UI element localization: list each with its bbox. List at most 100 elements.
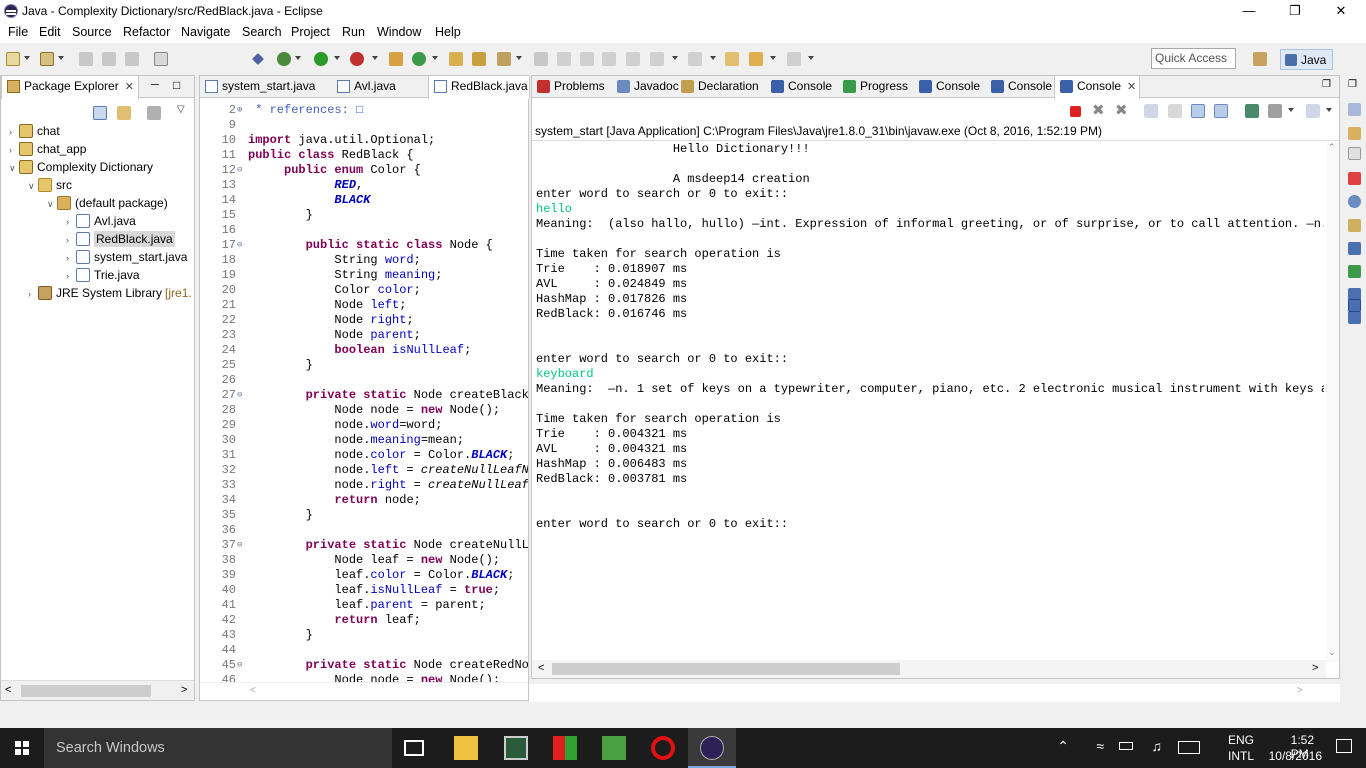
console-hscrollbar[interactable]: < > (532, 660, 1326, 678)
horizontal-scrollbar[interactable]: < > (1, 680, 194, 700)
outline-icon[interactable] (1348, 103, 1361, 116)
new-class-dropdown-icon[interactable] (432, 56, 438, 60)
clock-date[interactable]: 10/8/2016 (1269, 749, 1322, 763)
tree-item[interactable]: › system_start.java (66, 248, 187, 266)
console-vscrollbar[interactable]: ⌃ ⌄ (1326, 142, 1339, 662)
back-icon[interactable] (749, 52, 763, 66)
close-button[interactable]: ✕ (1318, 0, 1364, 22)
collapsed-arrow-icon[interactable]: › (66, 267, 76, 285)
block-select-icon[interactable] (626, 52, 640, 66)
menu-search[interactable]: Search (242, 25, 282, 39)
scroll-thumb[interactable] (21, 685, 151, 697)
close-tab-icon[interactable]: ✕ (1127, 81, 1136, 93)
console-view-tab[interactable]: Javadoc (612, 76, 679, 98)
console-output[interactable]: Hello Dictionary!!! A msdeep14 creation e… (536, 142, 1324, 662)
menu-file[interactable]: File (8, 25, 28, 39)
menu-refactor[interactable]: Refactor (123, 25, 170, 39)
eclipse-taskbar-button[interactable] (688, 728, 736, 768)
open-dropdown-icon[interactable] (58, 56, 64, 60)
show-hidden-icons-icon[interactable]: ⌃ (1057, 738, 1069, 755)
console-icon[interactable] (1348, 242, 1361, 255)
tree-item[interactable]: › chat_app (9, 140, 86, 158)
debug-dropdown-icon[interactable] (295, 56, 301, 60)
next-annotation-icon[interactable] (650, 52, 664, 66)
link-editor-icon[interactable] (117, 106, 131, 120)
scroll-down-icon[interactable]: ⌄ (1328, 647, 1336, 658)
pen-icon[interactable] (557, 52, 571, 66)
run-icon[interactable] (314, 52, 328, 66)
editor-tab[interactable]: system_start.java (200, 76, 332, 98)
next-annotation-dropdown-icon[interactable] (672, 56, 678, 60)
new-icon[interactable] (6, 52, 20, 66)
tree-item[interactable]: › JRE System Library [jre1. (28, 284, 192, 302)
open-console-dropdown-icon[interactable] (1326, 108, 1332, 112)
java-perspective-button[interactable]: Java (1280, 49, 1333, 70)
print-icon[interactable] (125, 52, 139, 66)
scroll-left-icon[interactable]: < (250, 685, 256, 696)
back-dropdown-icon[interactable] (770, 56, 776, 60)
tab-package-explorer[interactable]: Package Explorer ✕ (1, 76, 139, 99)
store-app-icon[interactable] (553, 736, 577, 760)
console-view-tab[interactable]: Console ✕ (1054, 76, 1140, 99)
declaration-icon[interactable] (1348, 219, 1361, 232)
language-label[interactable]: ENG (1228, 733, 1254, 747)
editor-tab[interactable]: Avl.java (332, 76, 428, 98)
external-dropdown-icon[interactable] (372, 56, 378, 60)
forward-dropdown-icon[interactable] (808, 56, 814, 60)
scroll-right-icon[interactable]: > (1312, 662, 1318, 674)
pin-console-icon[interactable] (1245, 104, 1259, 118)
terminal-app-icon[interactable] (504, 736, 528, 760)
toggle-mark-icon[interactable] (580, 52, 594, 66)
focus-task-icon[interactable] (147, 106, 161, 120)
restore-button[interactable]: ❐ (1272, 0, 1318, 22)
console-view-tab[interactable]: Problems (532, 76, 612, 98)
console-view-tab[interactable]: Declaration (676, 76, 766, 98)
restore-view-icon[interactable]: ❐ (1322, 79, 1331, 90)
binary-icon[interactable] (154, 52, 168, 66)
expanded-arrow-icon[interactable]: ∨ (47, 195, 57, 213)
display-console-dropdown-icon[interactable] (1288, 108, 1294, 112)
clear-console-icon[interactable] (1144, 104, 1158, 118)
minimize-view-icon[interactable]: ─ (151, 79, 159, 91)
keyboard-icon[interactable] (1178, 741, 1200, 754)
fold-collapse-icon[interactable]: ⊖ (237, 388, 242, 403)
close-tab-icon[interactable]: ✕ (125, 81, 134, 93)
javadoc-icon[interactable] (1348, 195, 1361, 208)
save-all-icon[interactable] (102, 52, 116, 66)
console-view-tab[interactable]: Console (986, 76, 1054, 98)
console-view-tab[interactable]: Console (914, 76, 986, 98)
tasks-icon[interactable] (1348, 147, 1361, 160)
menu-help[interactable]: Help (435, 25, 461, 39)
start-button[interactable] (0, 728, 44, 768)
console-view-tab[interactable]: Progress (838, 76, 914, 98)
wifi-icon[interactable]: ≈ (1096, 738, 1104, 754)
fold-collapse-icon[interactable]: ⊖ (237, 163, 242, 178)
volume-icon[interactable]: ♫ (1152, 738, 1163, 754)
menu-project[interactable]: Project (291, 25, 330, 39)
open-folder-icon[interactable] (449, 52, 463, 66)
tree-item[interactable]: ∨ (default package) (47, 194, 168, 212)
editor-tab[interactable]: RedBlack.java (428, 76, 530, 99)
run-dropdown-icon[interactable] (334, 56, 340, 60)
save-icon[interactable] (79, 52, 93, 66)
view-menu-icon[interactable]: ▽ (177, 104, 185, 115)
collapsed-arrow-icon[interactable]: › (66, 213, 76, 231)
expanded-arrow-icon[interactable]: ∨ (28, 177, 38, 195)
skip-breakpoints-icon[interactable] (252, 53, 264, 65)
menu-source[interactable]: Source (72, 25, 112, 39)
tree-item[interactable]: ∨ src (28, 176, 72, 194)
remove-launch-icon[interactable]: ✖ (1092, 101, 1105, 119)
annotation-icon[interactable] (534, 52, 548, 66)
new-class-icon[interactable] (412, 52, 426, 66)
scroll-right-icon[interactable]: > (1297, 685, 1303, 696)
battery-icon[interactable] (1119, 742, 1133, 750)
new-dropdown-icon[interactable] (24, 56, 30, 60)
collapsed-arrow-icon[interactable]: › (9, 141, 19, 159)
scroll-right-icon[interactable]: > (181, 684, 187, 696)
task-view-icon[interactable] (404, 740, 424, 756)
action-center-icon[interactable] (1336, 739, 1352, 753)
expanded-arrow-icon[interactable]: ∨ (9, 159, 19, 177)
menu-run[interactable]: Run (342, 25, 365, 39)
scroll-left-icon[interactable]: < (538, 662, 544, 674)
debug-icon[interactable] (277, 52, 291, 66)
